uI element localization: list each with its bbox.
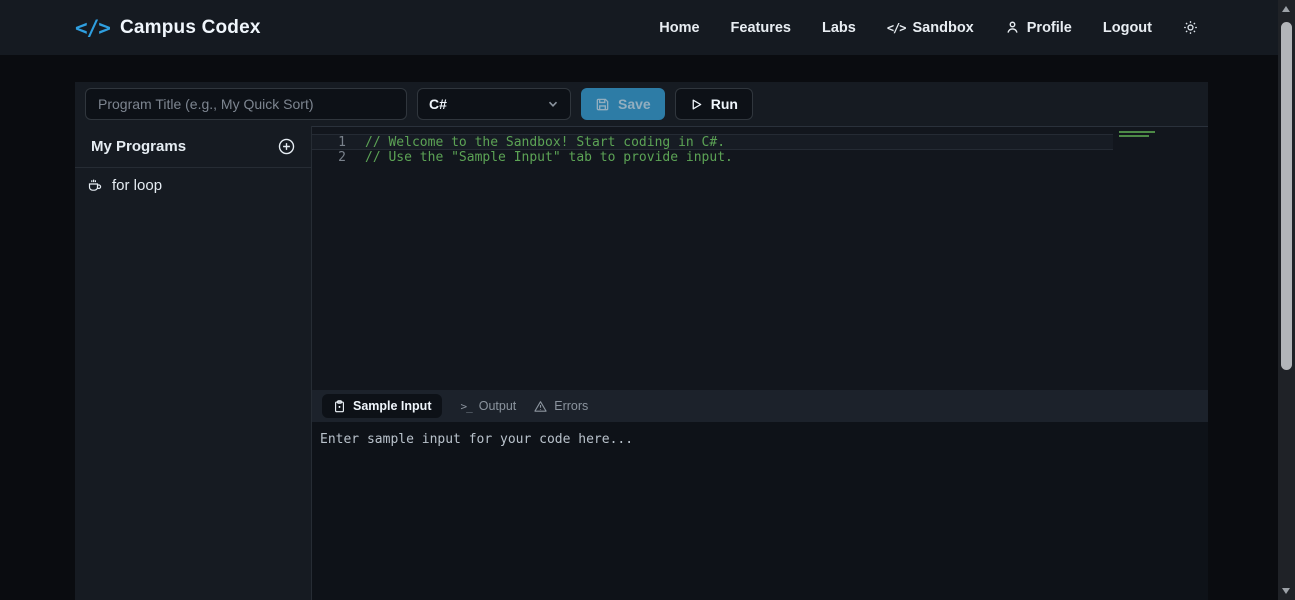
- brand[interactable]: </> Campus Codex: [75, 16, 261, 40]
- io-tabbar: Sample Input >_ Output Errors: [312, 390, 1208, 422]
- nav-link-sandbox[interactable]: </> Sandbox: [887, 20, 974, 36]
- line-number: 1: [312, 135, 346, 149]
- nav-link-profile[interactable]: Profile: [1005, 20, 1072, 36]
- tab-sample-input[interactable]: Sample Input: [322, 394, 442, 418]
- editor-column: 1 // Welcome to the Sandbox! Start codin…: [312, 126, 1208, 600]
- code-text: // Use the "Sample Input" tab to provide…: [346, 150, 733, 166]
- terminal-icon: >_: [460, 400, 471, 413]
- language-selected-value: C#: [429, 96, 447, 112]
- tab-errors[interactable]: Errors: [534, 399, 588, 413]
- plus-circle-icon: [278, 138, 295, 155]
- save-button[interactable]: Save: [581, 88, 665, 120]
- scroll-down-arrow-icon[interactable]: [1282, 588, 1290, 594]
- nav-link-logout[interactable]: Logout: [1103, 20, 1152, 36]
- code-editor[interactable]: 1 // Welcome to the Sandbox! Start codin…: [312, 126, 1208, 390]
- nav-link-home[interactable]: Home: [659, 20, 699, 36]
- sample-input-textarea[interactable]: [312, 422, 1208, 600]
- program-title-input[interactable]: [85, 88, 407, 120]
- scrollbar-thumb[interactable]: [1281, 22, 1292, 370]
- tab-output[interactable]: >_ Output: [460, 399, 516, 413]
- program-list-item[interactable]: for loop: [75, 168, 311, 203]
- clipboard-icon: [333, 400, 346, 413]
- warning-icon: [534, 400, 547, 413]
- run-button[interactable]: Run: [675, 88, 753, 120]
- line-number: 2: [312, 150, 346, 166]
- sample-input-panel: [312, 422, 1208, 600]
- theme-toggle-button[interactable]: [1183, 20, 1198, 35]
- play-icon: [690, 98, 703, 111]
- toolbar: C# Save Run: [75, 82, 1208, 126]
- minimap-line-mark: [1119, 131, 1155, 133]
- editor-minimap[interactable]: [1113, 128, 1205, 188]
- browser-scrollbar[interactable]: [1278, 0, 1295, 600]
- brand-name: Campus Codex: [120, 17, 261, 39]
- language-select[interactable]: C#: [417, 88, 571, 120]
- user-icon: [1005, 20, 1020, 35]
- code-logo-icon: </>: [75, 16, 110, 40]
- sandbox-panel: C# Save Run My Programs: [75, 82, 1208, 600]
- minimap-line-mark: [1119, 135, 1149, 137]
- chevron-down-icon: [547, 98, 559, 110]
- sidebar-header: My Programs: [75, 126, 311, 168]
- java-coffee-cup-icon: [87, 178, 103, 194]
- scroll-up-arrow-icon[interactable]: [1282, 6, 1290, 12]
- code-line: 1 // Welcome to the Sandbox! Start codin…: [312, 134, 1113, 150]
- code-line: 2 // Use the "Sample Input" tab to provi…: [312, 150, 1208, 166]
- nav-links: Home Features Labs </> Sandbox Profile L…: [659, 20, 1198, 36]
- sidebar-title: My Programs: [91, 138, 186, 155]
- code-text: // Welcome to the Sandbox! Start coding …: [346, 135, 725, 149]
- nav-link-labs[interactable]: Labs: [822, 20, 856, 36]
- program-item-label: for loop: [112, 177, 162, 194]
- sun-icon: [1183, 20, 1198, 35]
- add-program-button[interactable]: [278, 138, 295, 155]
- navbar: </> Campus Codex Home Features Labs </> …: [0, 0, 1278, 55]
- content-split: My Programs for loop: [75, 126, 1208, 600]
- nav-link-features[interactable]: Features: [731, 20, 791, 36]
- code-icon: </>: [887, 21, 906, 35]
- programs-sidebar: My Programs for loop: [75, 126, 312, 600]
- save-icon: [595, 97, 610, 112]
